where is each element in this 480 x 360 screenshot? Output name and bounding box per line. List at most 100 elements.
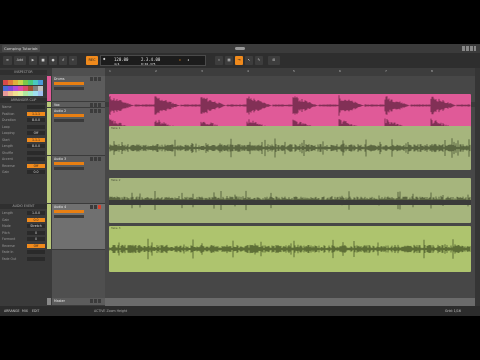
inspector-value[interactable]: 0.0 [27,170,45,174]
pencil-tool-icon[interactable]: ✎ [255,56,263,65]
inspector-row[interactable]: Gain 0.0 [2,217,45,222]
color-swatch[interactable] [3,85,8,91]
inspector-row[interactable]: Mode Stretch [2,224,45,228]
color-swatch[interactable] [23,85,28,91]
color-swatch[interactable] [28,85,33,91]
inspector-value[interactable] [27,124,45,129]
arm-button[interactable] [97,299,101,303]
color-swatch[interactable] [28,80,33,85]
follow-button[interactable]: ⇥ [235,56,243,65]
color-swatch[interactable] [3,91,8,96]
inspector-row[interactable]: Fade In [2,250,45,254]
inspector-row[interactable]: Formant 0 [2,237,45,241]
inspector-value[interactable]: 1.1.1 [27,111,45,116]
pan-knob[interactable] [54,167,84,170]
inspector-row[interactable]: Pitch 0 [2,230,45,235]
inspector-row[interactable]: Fade Out [2,256,45,261]
color-swatch[interactable] [8,91,13,96]
color-swatch[interactable] [13,91,18,96]
track-name[interactable]: Audio 2 [54,109,66,113]
window-layout-icon[interactable] [462,46,476,51]
color-swatch[interactable] [18,80,23,85]
pan-knob[interactable] [54,119,84,122]
record-button[interactable]: ● [49,56,57,65]
color-swatch[interactable] [13,85,18,91]
inspector-value[interactable]: 0 [27,230,45,235]
timeline-ruler[interactable]: 123456789 [105,68,479,76]
bottom-tab-mix[interactable]: MIX [22,309,28,313]
cursor-tool-icon[interactable]: ↖ [245,56,253,65]
track-header[interactable]: Drums [47,76,105,102]
arm-button[interactable] [97,157,101,161]
inspector-row[interactable]: Accent [2,157,45,161]
solo-button[interactable] [93,299,97,303]
color-palette[interactable] [3,80,43,96]
color-swatch[interactable] [23,80,28,85]
audio-clip[interactable]: Take 1 [109,126,471,170]
stop-button[interactable]: ■ [39,56,47,65]
inspector-value[interactable]: 0.0 [27,217,45,222]
mute-button[interactable] [89,109,93,113]
arm-button[interactable] [97,103,101,107]
inspector-value[interactable]: 0 [27,237,45,241]
close-icon[interactable]: × [35,45,38,52]
solo-button[interactable] [93,205,97,209]
track-name[interactable]: Drums [54,77,65,81]
color-swatch[interactable] [8,85,13,91]
inspector-row[interactable]: Length 1.0.0 [2,211,45,215]
color-swatch[interactable] [3,80,8,85]
inspector-value[interactable] [27,150,45,155]
inspector-row[interactable]: Length 8.0.0 [2,144,45,148]
inspector-row[interactable]: Looping Off [2,131,45,135]
mute-button[interactable] [89,77,93,81]
track-name[interactable]: Vox [54,103,60,107]
track-name[interactable]: Audio 3 [54,157,66,161]
zoom-readout[interactable]: Grid: 1/16 [445,309,461,313]
mute-button[interactable] [89,103,93,107]
add-button[interactable]: Add [14,56,26,65]
inspector-value[interactable]: 1.0.0 [27,211,45,215]
track-header[interactable]: Master [47,298,105,306]
mute-button[interactable] [89,205,93,209]
arranger-timeline[interactable]: Take 1 Take 2 Take 3 [105,76,475,306]
pan-knob[interactable] [54,215,84,218]
inspector-value[interactable]: Stretch [27,224,45,228]
inspector-row[interactable]: Reverse Off [2,163,45,168]
inspector-row[interactable]: Gain 0.0 [2,170,45,174]
volume-fader[interactable] [54,82,84,85]
time-signature[interactable]: 4/4 [114,62,119,66]
volume-fader[interactable] [54,162,84,165]
color-swatch[interactable] [13,80,18,85]
inspector-value[interactable] [27,157,45,161]
bottom-tab-arrange[interactable]: ARRANGE [4,309,20,313]
color-swatch[interactable] [38,85,43,91]
inspector-value[interactable] [27,256,45,261]
inspector-value[interactable]: Off [27,243,45,248]
vertical-scrollbar[interactable] [475,68,480,306]
bottom-tab-edit[interactable]: EDIT [32,309,39,313]
track-header[interactable]: Audio 4 [47,204,105,250]
track-header[interactable]: Audio 3 [47,156,105,204]
pan-knob[interactable] [54,87,84,90]
automation-write-button[interactable]: REC [86,56,98,65]
inspector-value[interactable] [27,250,45,254]
inspector-row[interactable]: Reverse Off [2,243,45,248]
inspector-value[interactable]: 8.0.0 [27,144,45,148]
audio-clip[interactable]: Take 3 [109,226,471,272]
solo-button[interactable] [93,109,97,113]
inspector-row[interactable]: Shuffle [2,150,45,155]
inspector-row[interactable]: Duration 8.0.0 [2,118,45,122]
track-name[interactable]: Audio 4 [54,205,66,209]
color-swatch[interactable] [33,80,38,85]
mute-button[interactable] [89,299,93,303]
snap-button[interactable]: ⌗ [215,56,223,65]
track-header[interactable]: Audio 2 [47,108,105,156]
mute-button[interactable] [89,157,93,161]
arm-button[interactable] [97,77,101,81]
color-swatch[interactable] [18,91,23,96]
color-swatch[interactable] [23,91,28,96]
solo-button[interactable] [93,77,97,81]
inspector-row[interactable]: Start 1.1.1 [2,137,45,142]
project-tab[interactable]: Comping Tutorial × [2,45,40,52]
volume-fader[interactable] [54,114,84,117]
